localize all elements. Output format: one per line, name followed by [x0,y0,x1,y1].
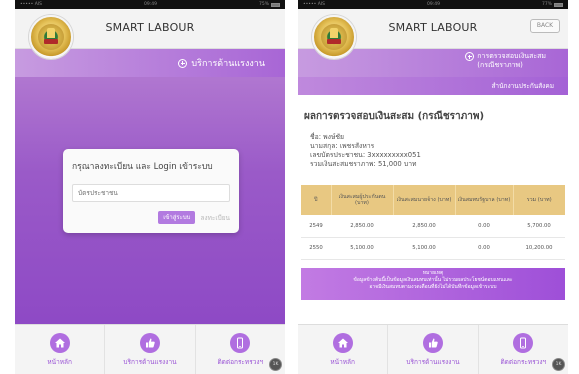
col-total: รวม (บาท) [513,185,565,215]
login-actions: เข้าสู่ระบบ ลงทะเบียน [72,211,230,224]
table-row: 2549 2,850.00 2,850.00 0.00 5,700.00 [301,215,565,238]
battery-percent: 75% [258,2,269,7]
app-container: SMART LABOUR บริการด้านแรงงาน กรุณาลงทะเ… [15,9,285,374]
cell-year: 2550 [301,237,331,260]
cell-government: 0.00 [455,215,513,238]
section-label: บริการด้านแรงงาน [191,59,265,69]
cell-insured: 2,850.00 [331,215,393,238]
cell-employer: 2,850.00 [393,215,455,238]
col-government: เงินสมทบรัฐบาล (บาท) [455,185,514,215]
note-box: หมายเหตุ ข้อมูลข้างต้นนี้เป็นข้อมูลเงินส… [301,268,565,300]
nav-contact-label: ติดต่อกระทรวงฯ [500,357,547,366]
battery-icon [553,2,563,7]
nav-services[interactable]: บริการด้านแรงงาน [105,325,196,374]
carrier-label: ••••• AIS [303,2,325,7]
nav-home-label: หน้าหลัก [330,357,355,366]
nav-home[interactable]: หน้าหลัก [15,325,106,374]
info-total: รวมเงินสะสมชราภาพ: 51,000 บาท [310,160,417,168]
assistive-touch-badge[interactable]: 1K [269,358,282,371]
col-insured: เงินสะสมผู้ประกันตน (บาท) [331,185,394,215]
table-header-row: ปี เงินสะสมผู้ประกันตน (บาท) เงินสะสมนาย… [301,185,565,215]
login-button[interactable]: เข้าสู่ระบบ [158,211,196,224]
app-container: SMART LABOUR BACK การตรวจสอบเงินสะสม (กร… [298,9,568,374]
register-link[interactable]: ลงทะเบียน [200,213,230,223]
emblem-icon [38,24,64,50]
note-title: หมายเหตุ [422,270,444,276]
nav-home[interactable]: หน้าหลัก [298,325,389,374]
time-label: 09:49 [143,2,157,7]
ministry-logo [312,15,356,59]
section-menu-button[interactable]: บริการด้านแรงงาน [178,56,265,70]
nav-services-label: บริการด้านแรงงาน [406,357,460,366]
citizen-id-input[interactable] [72,184,230,202]
cell-total: 10,200.00 [513,237,565,260]
nav-services[interactable]: บริการด้านแรงงาน [388,325,479,374]
table-row: 2550 5,100.00 5,100.00 0.00 10,200.00 [301,237,565,260]
battery-percent: 77% [541,2,552,7]
section-label-line1: การตรวจสอบเงินสะสม [477,52,546,60]
time-label: 09:49 [426,2,440,7]
nav-services-label: บริการด้านแรงงาน [123,357,177,366]
battery-indicator: 75% [259,2,280,7]
cell-year: 2549 [301,215,331,238]
plus-circle-icon [465,52,475,61]
result-title: ผลการตรวจสอบเงินสะสม (กรณีชราภาพ) [304,111,485,122]
battery-indicator: 77% [542,2,563,7]
note-line2: อาจมีเงินสมทบตามงวดเดือนที่ยังไม่ได้บันท… [369,284,497,290]
battery-icon [270,2,280,7]
back-button[interactable]: BACK [530,19,560,33]
member-info: ชื่อ: พงษ์ชัย นามสกุล: เพชรสังหาร เลขบัต… [310,133,421,169]
phone-icon [513,332,534,353]
section-label-line2: (กรณีชราภาพ) [477,61,523,69]
cell-government: 0.00 [455,237,513,260]
assistive-touch-badge[interactable]: 1K [552,358,565,371]
ministry-logo [29,15,73,59]
savings-result-screen: ••••• AIS 09:49 77% SMART LABOUR BACK กา… [298,0,568,374]
carrier-label: ••••• AIS [20,2,42,7]
note-line1: ข้อมูลข้างต้นนี้เป็นข้อมูลเงินสมทบเท่านั… [353,277,513,283]
login-screen: ••••• AIS 09:49 75% SMART LABOUR บริการด… [15,0,285,374]
info-id: เลขบัตรประชาชน: 3xxxxxxxxx051 [310,151,421,159]
savings-table: ปี เงินสะสมผู้ประกันตน (บาท) เงินสะสมนาย… [301,185,565,260]
nav-contact-label: ติดต่อกระทรวงฯ [217,357,264,366]
phone-icon [230,332,251,353]
cell-employer: 5,100.00 [393,237,455,260]
result-content: ผลการตรวจสอบเงินสะสม (กรณีชราภาพ) ชื่อ: … [298,95,568,324]
plus-circle-icon [178,58,188,68]
col-employer: เงินสะสมนายจ้าง (บาท) [393,185,456,215]
emblem-icon [321,24,347,50]
cell-total: 5,700.00 [513,215,565,238]
nav-home-label: หน้าหลัก [47,357,72,366]
status-bar: ••••• AIS 09:49 77% [298,0,568,9]
thumbs-up-icon [139,332,160,353]
login-title: กรุณาลงทะเบียน และ Login เข้าระบบ [72,162,213,172]
thumbs-up-icon [422,332,443,353]
home-icon [332,332,353,353]
col-year: ปี [301,185,332,215]
bottom-nav: หน้าหลัก บริการด้านแรงงาน ติดต่อกระทรวงฯ [298,324,568,374]
login-card: กรุณาลงทะเบียน และ Login เข้าระบบ เข้าสู… [63,149,239,233]
office-label: สำนักงานประกันสังคม [491,82,554,90]
status-bar: ••••• AIS 09:49 75% [15,0,285,9]
cell-insured: 5,100.00 [331,237,393,260]
info-name: ชื่อ: พงษ์ชัย [310,133,345,141]
bottom-nav: หน้าหลัก บริการด้านแรงงาน ติดต่อกระทรวงฯ [15,324,285,374]
home-icon [49,332,70,353]
info-surname: นามสกุล: เพชรสังหาร [310,142,375,150]
section-menu-button[interactable]: การตรวจสอบเงินสะสม (กรณีชราภาพ) [465,52,546,70]
sub-label-row: สำนักงานประกันสังคม [298,77,568,95]
